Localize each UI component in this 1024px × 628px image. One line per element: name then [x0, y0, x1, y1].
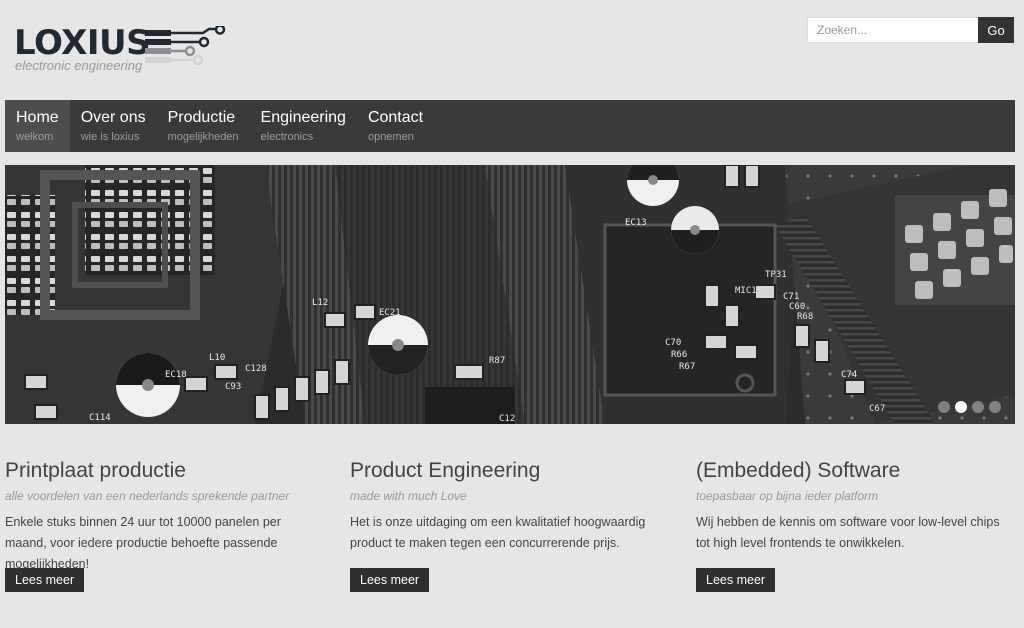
- feature-column-software: (Embedded) Software toepasbaar op bijna …: [696, 459, 1016, 592]
- nav-item-over-ons[interactable]: Over ons wie is loxius: [70, 100, 157, 152]
- column-subtitle: made with much Love: [350, 489, 467, 503]
- circuit-board-image: L12 EC21 EC18 L10 C93 C128 R87 C114 C70 …: [5, 165, 1015, 424]
- silkscreen-label: C60: [789, 302, 805, 312]
- nav-item-subtitle: welkom: [16, 131, 54, 143]
- silkscreen-label: TP31: [765, 270, 787, 280]
- silkscreen-label: R68: [797, 312, 813, 322]
- main-navigation: Home welkom Over ons wie is loxius Produ…: [5, 100, 1015, 152]
- silkscreen-label: EC21: [379, 308, 401, 318]
- nav-item-home[interactable]: Home welkom: [5, 100, 70, 152]
- nav-item-subtitle: wie is loxius: [80, 131, 140, 143]
- silkscreen-label: C12: [499, 414, 515, 424]
- slider-dot[interactable]: [989, 401, 1001, 413]
- silkscreen-label: C128: [245, 364, 267, 374]
- column-text: Enkele stuks binnen 24 uur tot 10000 pan…: [5, 515, 281, 571]
- silkscreen-label: R67: [679, 362, 695, 372]
- silkscreen-label: C114: [89, 413, 111, 423]
- nav-item-productie[interactable]: Productie mogelijkheden: [157, 100, 250, 152]
- feature-column-printplaat: Printplaat productie alle voordelen van …: [5, 459, 325, 592]
- column-title: Product Engineering: [350, 459, 541, 482]
- nav-item-title: Home: [16, 109, 59, 126]
- nav-item-title: Productie: [167, 109, 236, 126]
- slider-dot[interactable]: [972, 401, 984, 413]
- nav-item-title: Contact: [367, 109, 424, 126]
- column-subtitle: toepasbaar op bijna ieder platform: [696, 489, 879, 503]
- nav-item-subtitle: mogelijkheden: [167, 131, 239, 143]
- silkscreen-label: C71: [783, 292, 799, 302]
- nav-item-engineering[interactable]: Engineering electronics: [250, 100, 357, 152]
- read-more-button[interactable]: Lees meer: [350, 568, 430, 592]
- silkscreen-label: C70: [665, 338, 681, 348]
- nav-item-title: Over ons: [80, 109, 146, 126]
- site-logo[interactable]: LOXIUS electronic engineering: [14, 23, 226, 75]
- silkscreen-label: EC13: [625, 218, 647, 228]
- feature-column-engineering: Product Engineering made with much Love …: [350, 459, 670, 592]
- nav-item-subtitle: electronics: [260, 131, 314, 143]
- search-input[interactable]: [807, 17, 978, 43]
- column-title: Printplaat productie: [5, 459, 186, 482]
- silkscreen-label: EC18: [165, 370, 187, 380]
- read-more-button[interactable]: Lees meer: [5, 568, 85, 592]
- slider-dot-active[interactable]: [955, 401, 967, 413]
- silkscreen-label: L12: [312, 298, 328, 308]
- slider-pagination: [938, 401, 1001, 413]
- column-text: Wij hebben de kennis om software voor lo…: [696, 515, 1000, 550]
- silkscreen-label: C67: [869, 404, 885, 414]
- nav-item-subtitle: opnemen: [367, 131, 414, 143]
- logo-wordmark: LOXIUS: [14, 23, 151, 63]
- silkscreen-label: C74: [841, 370, 857, 380]
- silkscreen-label: R87: [489, 356, 505, 366]
- hero-slider: L12 EC21 EC18 L10 C93 C128 R87 C114 C70 …: [5, 165, 1015, 424]
- search-form: Go: [807, 17, 1014, 43]
- silkscreen-label: MIC1: [735, 286, 757, 296]
- column-subtitle: alle voordelen van een nederlands spreke…: [5, 489, 290, 503]
- logo-tagline: electronic engineering: [15, 58, 143, 73]
- nav-item-title: Engineering: [260, 109, 346, 126]
- circuit-trace-icon: [145, 26, 226, 66]
- slider-dot[interactable]: [938, 401, 950, 413]
- silkscreen-label: R66: [671, 350, 687, 360]
- silkscreen-label: L10: [209, 353, 225, 363]
- nav-item-contact[interactable]: Contact opnemen: [357, 100, 434, 152]
- column-title: (Embedded) Software: [696, 459, 901, 482]
- search-button[interactable]: Go: [978, 17, 1014, 43]
- read-more-button[interactable]: Lees meer: [696, 568, 776, 592]
- silkscreen-label: C93: [225, 382, 241, 392]
- column-text: Het is onze uitdaging om een kwalitatief…: [350, 515, 646, 550]
